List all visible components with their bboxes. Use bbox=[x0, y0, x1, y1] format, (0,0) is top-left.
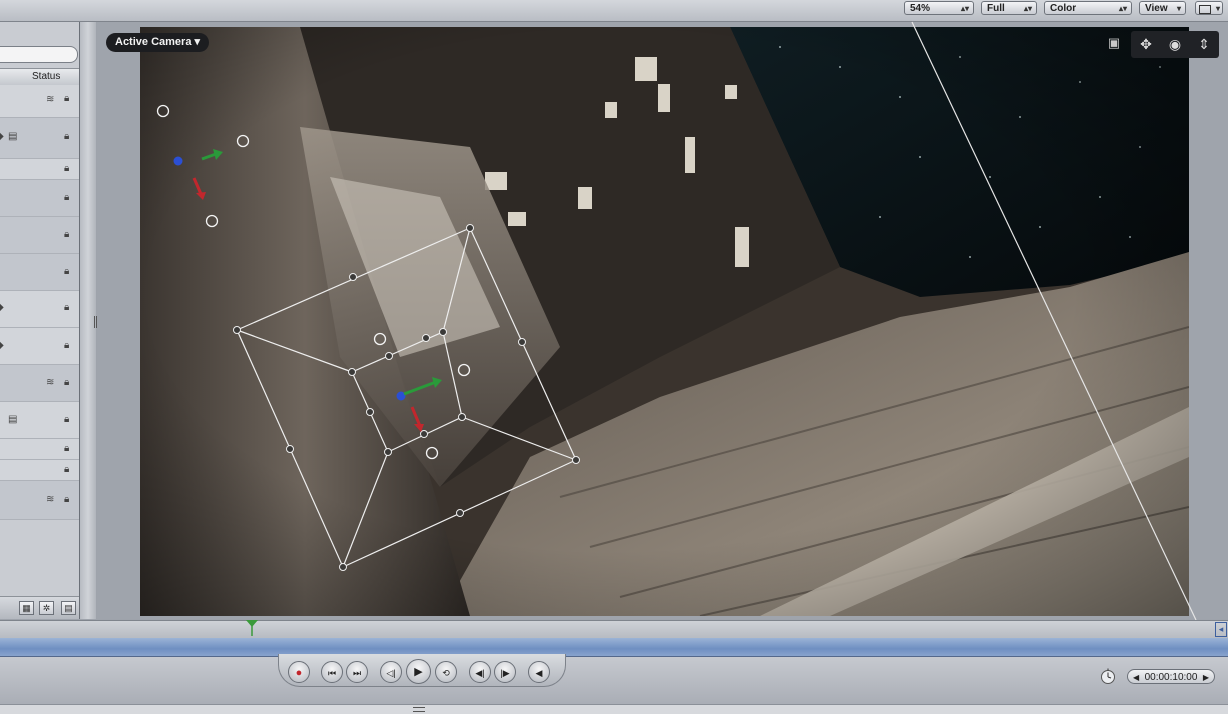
clock-icon[interactable] bbox=[1099, 668, 1117, 686]
resize-grip bbox=[413, 707, 425, 712]
skip-forward-icon: ⏭ bbox=[352, 668, 362, 678]
step-back-icon: ◁| bbox=[386, 668, 396, 678]
timecode-value: 00:00:10:00 bbox=[1144, 672, 1198, 683]
playhead-marker[interactable] bbox=[246, 620, 258, 636]
next-keyframe-icon: |▶ bbox=[500, 668, 510, 678]
camera-tools: ✥ ◉ ⇕ bbox=[1131, 31, 1219, 58]
timecode-field[interactable]: ◀ 00:00:10:00 ▶ bbox=[1127, 669, 1215, 684]
out-point-marker[interactable]: ◂ bbox=[1215, 622, 1227, 637]
dolly-icon[interactable]: ⇕ bbox=[1191, 33, 1217, 56]
mini-timeline[interactable] bbox=[0, 620, 1228, 639]
move-icon[interactable]: ✥ bbox=[1133, 33, 1159, 56]
previous-keyframe-button[interactable]: ◀| bbox=[469, 661, 491, 683]
active-camera-label: Active Camera bbox=[115, 36, 192, 48]
chevron-right-icon[interactable]: ▶ bbox=[1203, 670, 1209, 685]
next-keyframe-button[interactable]: |▶ bbox=[494, 661, 516, 683]
timeline-range-bar[interactable] bbox=[0, 638, 1228, 657]
loop-icon: ⟲ bbox=[442, 668, 450, 678]
step-back-button[interactable]: ◁| bbox=[380, 661, 402, 683]
chevron-down-icon: ▾ bbox=[194, 36, 201, 48]
chevron-left-icon[interactable]: ◀ bbox=[1133, 670, 1139, 685]
record-button[interactable]: ● bbox=[288, 661, 310, 683]
speaker-icon: ◀ bbox=[535, 668, 543, 678]
go-to-start-button[interactable]: ⏮ bbox=[321, 661, 343, 683]
camera-gizmo-overlay bbox=[156, 21, 1197, 621]
play-button[interactable]: ▶ bbox=[406, 659, 431, 684]
record-icon: ● bbox=[295, 667, 303, 679]
camera-icon[interactable]: ▣ bbox=[1104, 35, 1124, 53]
play-icon: ▶ bbox=[414, 666, 423, 678]
active-camera-menu[interactable]: Active Camera ▾ bbox=[106, 33, 210, 52]
prev-keyframe-icon: ◀| bbox=[475, 668, 485, 678]
go-to-end-button[interactable]: ⏭ bbox=[346, 661, 368, 683]
orbit-icon[interactable]: ◉ bbox=[1162, 33, 1188, 56]
audio-button[interactable]: ◀ bbox=[528, 661, 550, 683]
loop-button[interactable]: ⟲ bbox=[435, 661, 457, 683]
transport-bar bbox=[0, 657, 1228, 705]
skip-back-icon: ⏮ bbox=[327, 668, 337, 678]
